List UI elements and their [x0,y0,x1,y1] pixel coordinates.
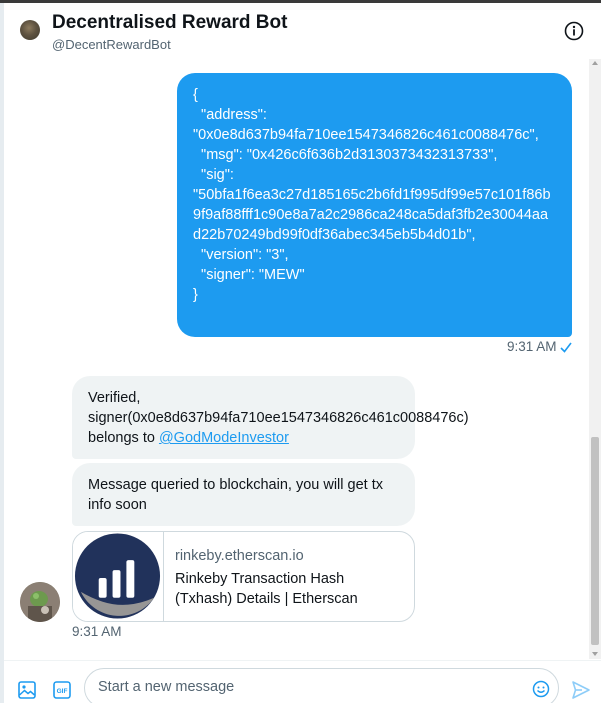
message-line: { [193,87,198,103]
header-avatar[interactable] [20,20,40,40]
emoji-button[interactable] [531,679,551,699]
outgoing-message-bubble[interactable]: { "address": "0x0e8d637b94fa710ee1547346… [177,73,572,337]
message-line: "msg": "0x426c6f636b2d3130373432313733", [193,147,498,163]
avatar-image [20,582,60,622]
send-button[interactable] [570,679,592,701]
conversation-title[interactable]: Decentralised Reward Bot [52,12,287,34]
emoji-icon [532,680,550,698]
outgoing-time-text: 9:31 AM [507,339,557,354]
message-line: "sig": [193,167,234,183]
scroll-thumb[interactable] [591,437,599,645]
gif-button[interactable]: GIF [51,679,73,701]
message-line: "address": [193,107,267,123]
info-icon [564,21,584,41]
gif-icon: GIF [53,681,71,699]
send-icon [572,681,590,699]
message-input[interactable] [98,679,518,695]
mention-link[interactable]: @GodModeInvestor [159,430,289,446]
image-icon [18,681,36,699]
incoming-message-bubble[interactable]: Verified, signer(0x0e8d637b94fa710ee1547… [72,376,469,459]
message-scrollbar[interactable] [589,59,601,659]
incoming-message-text: Message queried to blockchain, you will … [88,477,383,513]
message-line: "version": "3", [193,247,289,263]
incoming-message-bubble[interactable]: Message queried to blockchain, you will … [72,463,415,526]
left-panel-edge [0,3,4,703]
info-button[interactable] [563,20,585,42]
message-line: } [193,287,198,303]
message-line: "50bfa1f6ea3c27d185165c2b6fd1f995df99e57… [193,187,551,243]
svg-text:GIF: GIF [57,688,68,695]
card-thumbnail [73,532,164,621]
scroll-down-arrow-icon[interactable] [592,652,598,656]
card-domain: rinkeby.etherscan.io [175,548,304,564]
outgoing-timestamp: 9:31 AM [507,339,573,354]
check-icon [559,342,572,353]
card-title: Rinkeby Transaction Hash (Txhash) Detail… [175,571,358,607]
etherscan-logo [74,533,161,619]
link-preview-card[interactable]: rinkeby.etherscan.io Rinkeby Transaction… [72,531,415,622]
message-input-box[interactable] [84,668,559,703]
media-button[interactable] [16,679,38,701]
bot-avatar[interactable] [20,582,60,622]
conversation-header: Decentralised Reward Bot @DecentRewardBo… [4,3,601,59]
message-line: "0x0e8d637b94fa710ee1547346826c461c00884… [193,127,539,143]
incoming-timestamp: 9:31 AM [72,624,122,639]
message-line: "signer": "MEW" [193,267,305,283]
message-composer: GIF [4,660,601,703]
conversation-handle: @DecentRewardBot [52,37,171,52]
scroll-up-arrow-icon[interactable] [592,61,598,65]
